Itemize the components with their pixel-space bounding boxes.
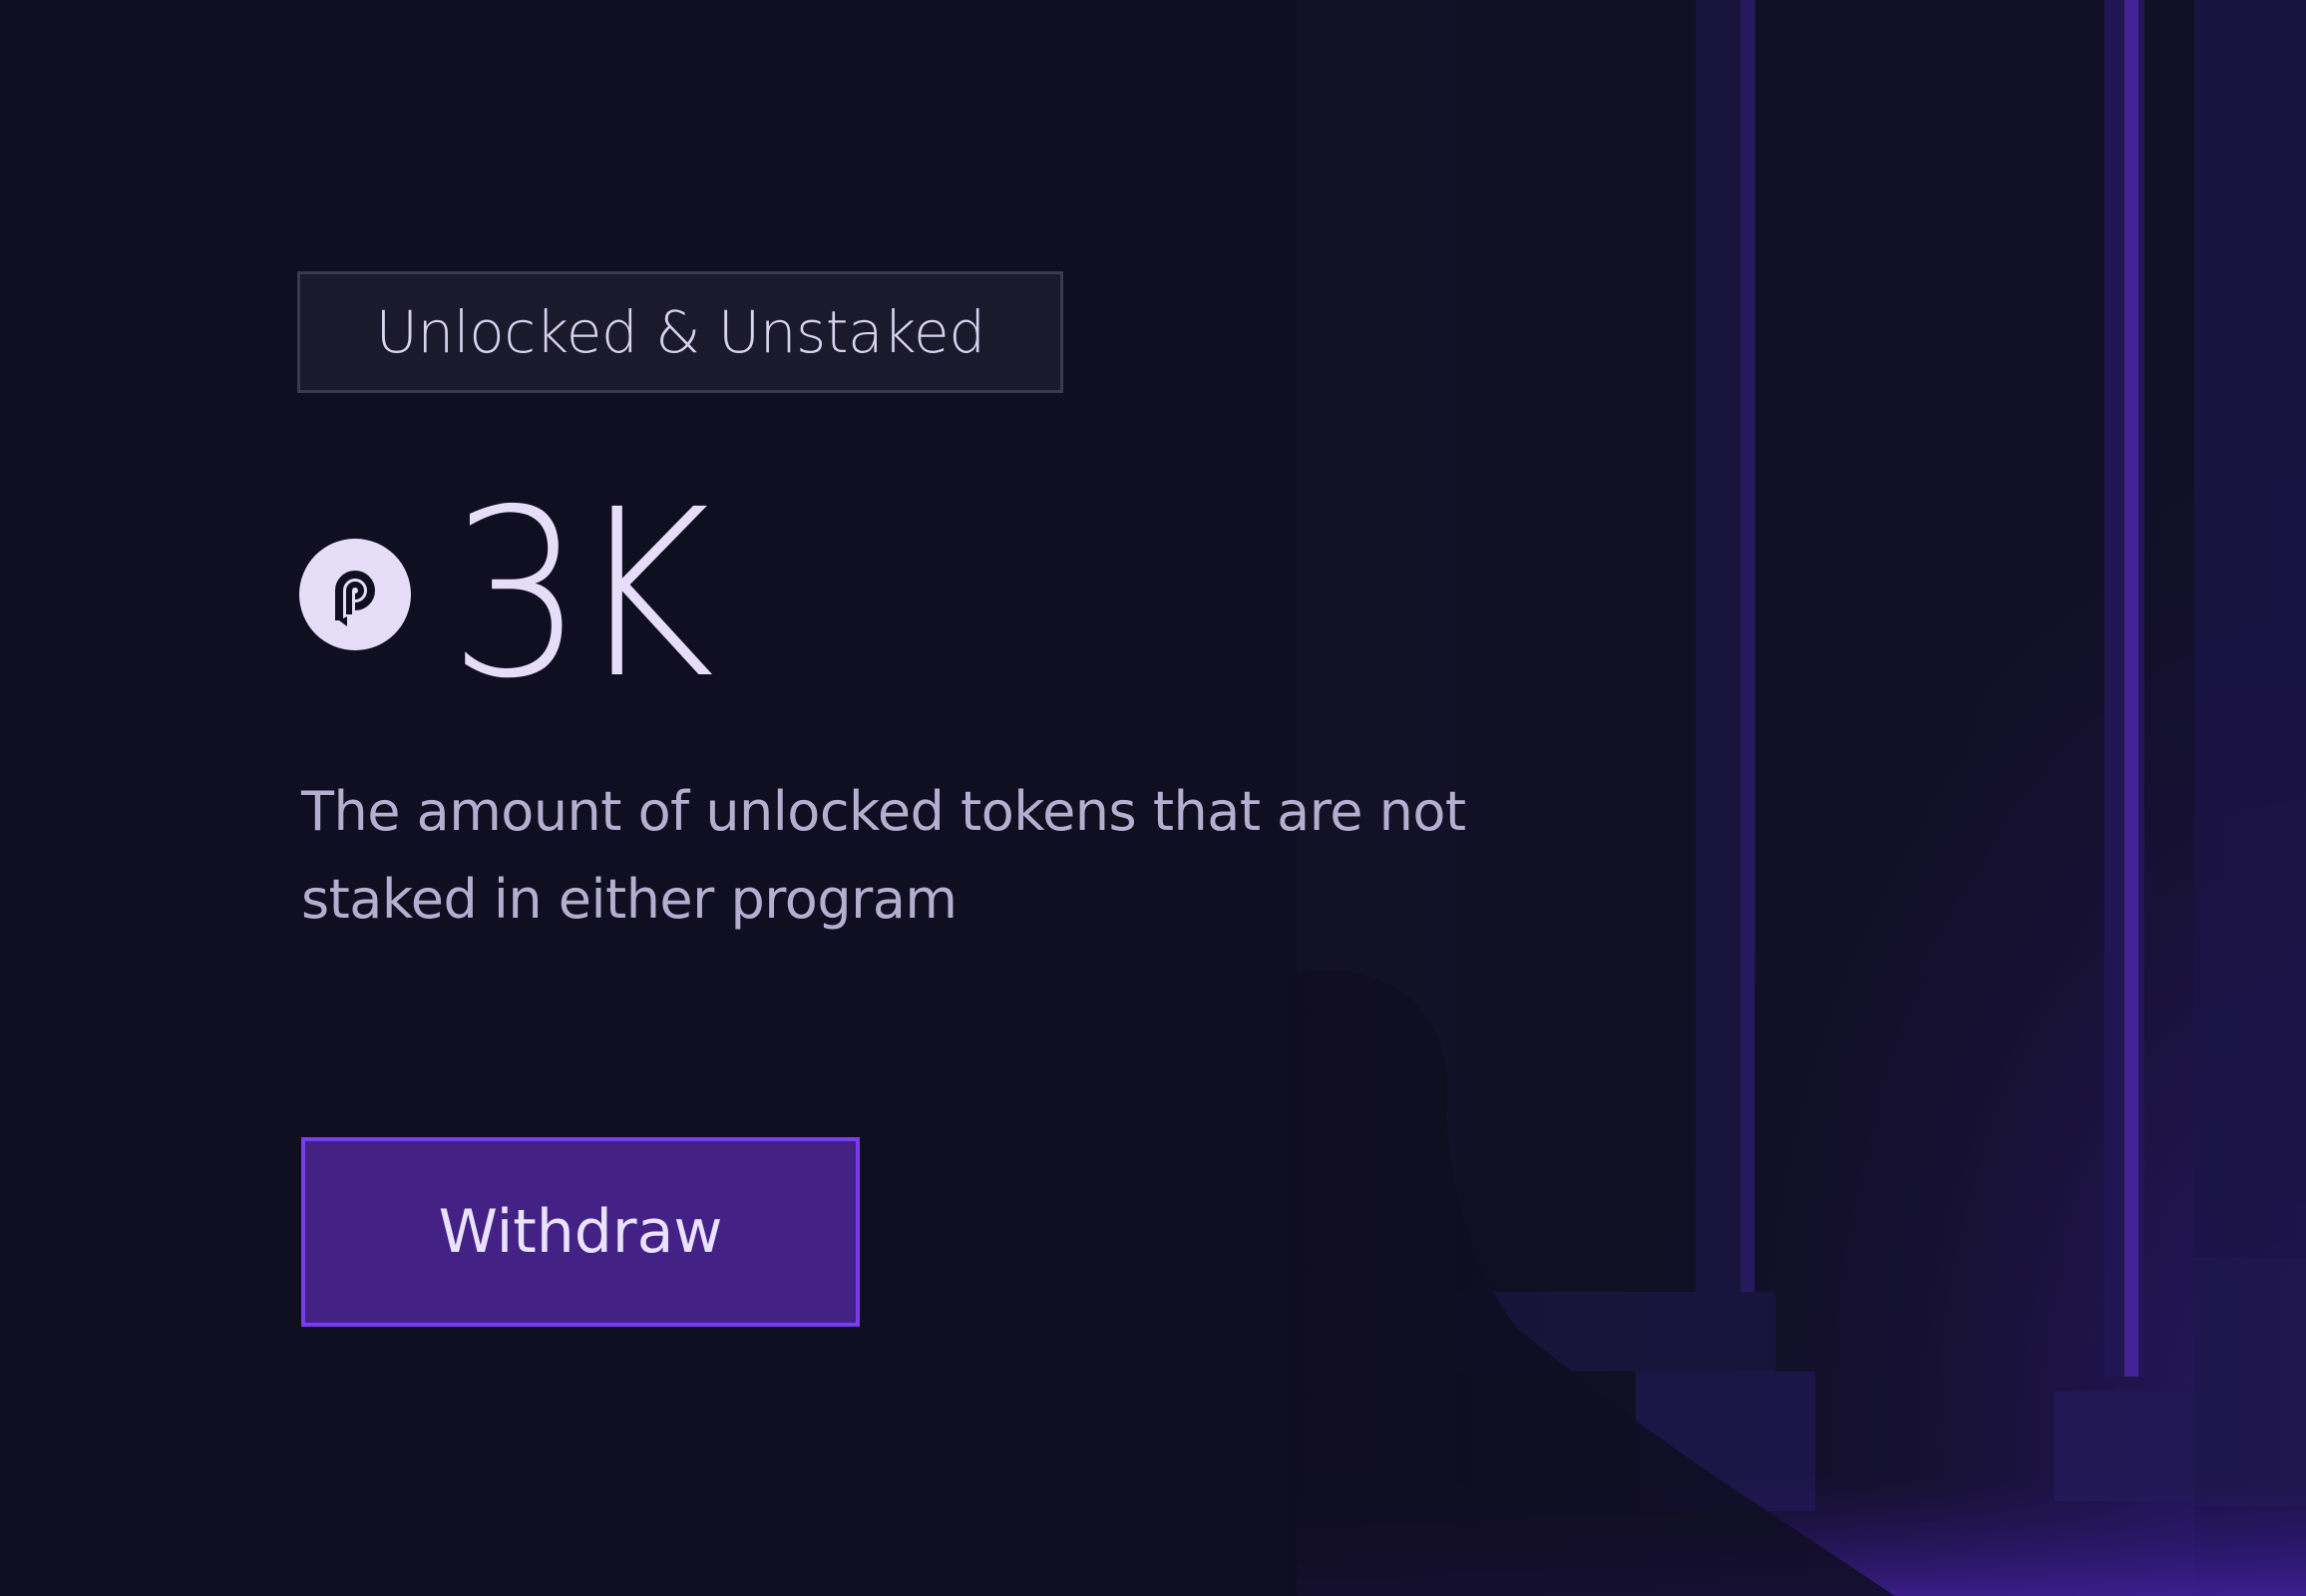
staking-card-content: Unlocked & Unstaked 3K The amount of unl… <box>0 0 2306 1596</box>
token-amount-row: 3K <box>299 475 728 714</box>
pyth-logo-glyph <box>335 571 375 626</box>
withdraw-button-label: Withdraw <box>438 1197 723 1267</box>
token-amount-value: 3K <box>449 460 715 729</box>
staking-card-page: Unlocked & Unstaked 3K The amount of unl… <box>0 0 2306 1596</box>
pyth-token-icon <box>299 539 411 650</box>
status-badge-label: Unlocked & Unstaked <box>375 298 985 366</box>
amount-description: The amount of unlocked tokens that are n… <box>301 780 1466 931</box>
status-badge: Unlocked & Unstaked <box>297 271 1063 393</box>
withdraw-button[interactable]: Withdraw <box>301 1137 860 1327</box>
